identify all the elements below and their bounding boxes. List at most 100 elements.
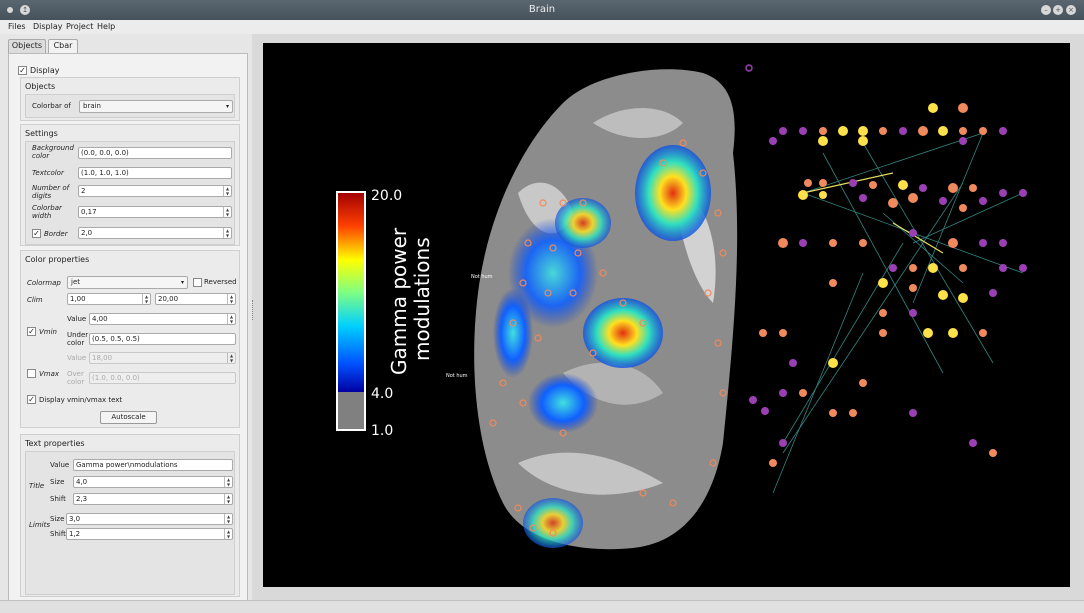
- under-color-label: Under color: [67, 331, 89, 347]
- close-icon[interactable]: ×: [1066, 5, 1076, 15]
- text-properties-title: Text properties: [25, 439, 85, 448]
- display-checkbox[interactable]: ✓: [18, 66, 27, 75]
- title-size-label: Size: [50, 478, 65, 486]
- digits-spinbox[interactable]: 2 ▲ ▼: [78, 185, 232, 197]
- scene-label: Not hum: [446, 373, 468, 379]
- panel-splitter[interactable]: [252, 300, 256, 320]
- colorbar-of-label: Colorbar of: [32, 102, 71, 110]
- network-nodes[interactable]: [745, 64, 1027, 467]
- window-title: Brain: [528, 4, 556, 15]
- title-shift-spinbox[interactable]: 2,3 ▲ ▼: [73, 493, 233, 505]
- menu-project[interactable]: Project: [66, 22, 93, 31]
- spin-arrows-icon[interactable]: ▲ ▼: [223, 186, 231, 196]
- chevron-down-icon: ▾: [225, 103, 229, 110]
- control-panel: Objects Cbar ✓ Display Objects Colorbar …: [0, 34, 252, 613]
- objects-inner: Colorbar of brain ▾: [25, 94, 235, 118]
- tab-cbar[interactable]: Cbar: [48, 39, 78, 53]
- border-checkbox[interactable]: ✓: [32, 229, 41, 238]
- vmin-checkbox[interactable]: ✓: [27, 327, 36, 336]
- border-spinbox[interactable]: 2,0 ▲ ▼: [78, 227, 232, 239]
- activation-region: [583, 298, 663, 368]
- spin-arrows-icon[interactable]: ▲ ▼: [227, 353, 235, 363]
- brain-surface[interactable]: [474, 69, 738, 550]
- vmin-label: Vmin: [39, 328, 57, 336]
- spin-arrows-icon[interactable]: ▲ ▼: [227, 294, 235, 304]
- textcolor-label: Textcolor: [32, 169, 64, 177]
- title-value-label: Value: [50, 461, 70, 469]
- vmax-checkbox[interactable]: [27, 369, 36, 378]
- menu-files[interactable]: Files: [8, 22, 26, 31]
- over-color-field[interactable]: (1.0, 0.0, 0.0): [89, 372, 236, 384]
- colorbar-of-select[interactable]: brain ▾: [79, 100, 233, 113]
- colorbar-vmin-label: 4.0: [371, 386, 393, 402]
- cbar-pane: ✓ Display Objects Colorbar of brain ▾ Set…: [8, 53, 248, 603]
- spin-arrows-icon[interactable]: ▲ ▼: [224, 494, 232, 504]
- color-properties-title: Color properties: [25, 255, 90, 264]
- textcolor-field[interactable]: (1.0, 1.0, 1.0): [78, 167, 232, 179]
- under-color-field[interactable]: (0.5, 0.5, 0.5): [89, 333, 236, 345]
- display-vminmax-checkbox[interactable]: ✓: [27, 395, 36, 404]
- limits-shift-label: Shift: [50, 530, 66, 538]
- activation-region: [493, 288, 533, 378]
- spin-arrows-icon[interactable]: ▲ ▼: [224, 477, 232, 487]
- colorbar: 20.0 4.0 1.0 Gamma power modulations: [336, 188, 434, 439]
- activation-region: [523, 498, 583, 548]
- vmin-value-spinbox[interactable]: 4,00 ▲ ▼: [89, 313, 236, 325]
- over-color-label: Over color: [67, 370, 85, 386]
- spin-arrows-icon[interactable]: ▲ ▼: [223, 207, 231, 217]
- limits-group-label: Limits: [29, 521, 50, 529]
- display-label: Display: [30, 66, 60, 75]
- scene-svg: 20.0 4.0 1.0 Gamma power modulations Not…: [336, 64, 1027, 550]
- scene-label: Not hum: [471, 274, 493, 280]
- colorbar-title-line1: Gamma power: [387, 227, 411, 375]
- digits-label: Number of digits: [32, 184, 70, 200]
- vmin-value-label: Value: [67, 315, 87, 323]
- menu-bar: Files Display Project Help: [0, 20, 1084, 34]
- title-shift-label: Shift: [50, 495, 66, 503]
- colormap-select[interactable]: jet ▾: [67, 276, 188, 289]
- colorbar-title-line2: modulations: [410, 237, 434, 361]
- colormap-label: Colormap: [27, 279, 61, 287]
- tab-objects[interactable]: Objects: [8, 39, 46, 53]
- spin-arrows-icon[interactable]: ▲ ▼: [224, 529, 232, 539]
- vmax-value-label: Value: [67, 354, 87, 362]
- spin-arrows-icon[interactable]: ▲ ▼: [224, 514, 232, 524]
- vmax-label: Vmax: [39, 370, 60, 378]
- clim-min-spinbox[interactable]: 1,00 ▲ ▼: [67, 293, 151, 305]
- clim-max-spinbox[interactable]: 20,00 ▲ ▼: [155, 293, 236, 305]
- colorbar-gradient: [337, 192, 365, 392]
- title-size-spinbox[interactable]: 4,0 ▲ ▼: [73, 476, 233, 488]
- status-bar: [0, 600, 1084, 613]
- autoscale-button[interactable]: Autoscale: [100, 411, 157, 424]
- connectivity-edges: [772, 132, 1024, 494]
- text-properties-group: Text properties Title Value Gamma power\…: [20, 434, 240, 597]
- activation-region: [528, 373, 598, 433]
- menu-help[interactable]: Help: [97, 22, 115, 31]
- limits-shift-spinbox[interactable]: 1,2 ▲ ▼: [66, 528, 233, 540]
- background-color-field[interactable]: (0.0, 0.0, 0.0): [78, 147, 232, 159]
- minimize-icon[interactable]: –: [1041, 5, 1051, 15]
- clim-label: Clim: [27, 296, 43, 304]
- title-value-field[interactable]: Gamma power\nmodulations: [73, 459, 233, 471]
- colorbar-under-color: [337, 392, 365, 430]
- colorbar-width-spinbox[interactable]: 0,17 ▲ ▼: [78, 206, 232, 218]
- scene-canvas[interactable]: 20.0 4.0 1.0 Gamma power modulations Not…: [263, 43, 1070, 587]
- maximize-icon[interactable]: +: [1053, 5, 1063, 15]
- color-properties-group: Color properties Colormap jet ▾ Reversed …: [20, 250, 240, 428]
- colorbar-width-label: Colorbar width: [32, 204, 62, 220]
- spin-arrows-icon[interactable]: ▲ ▼: [142, 294, 150, 304]
- colorbar-min-label: 1.0: [371, 423, 393, 439]
- limits-size-label: Size: [50, 515, 65, 523]
- reversed-checkbox[interactable]: [193, 278, 202, 287]
- activation-region: [635, 145, 711, 241]
- display-vminmax-label: Display vmin/vmax text: [39, 396, 123, 404]
- vmax-value-spinbox[interactable]: 18,00 ▲ ▼: [89, 352, 236, 364]
- settings-inner: Background color (0.0, 0.0, 0.0) Textcol…: [25, 141, 235, 245]
- menu-display[interactable]: Display: [33, 22, 63, 31]
- settings-title: Settings: [25, 129, 58, 138]
- colorbar-max-label: 20.0: [371, 188, 402, 204]
- limits-size-spinbox[interactable]: 3,0 ▲ ▼: [66, 513, 233, 525]
- spin-arrows-icon[interactable]: ▲ ▼: [227, 314, 235, 324]
- spin-arrows-icon[interactable]: ▲ ▼: [223, 228, 231, 238]
- title-group-label: Title: [29, 482, 45, 490]
